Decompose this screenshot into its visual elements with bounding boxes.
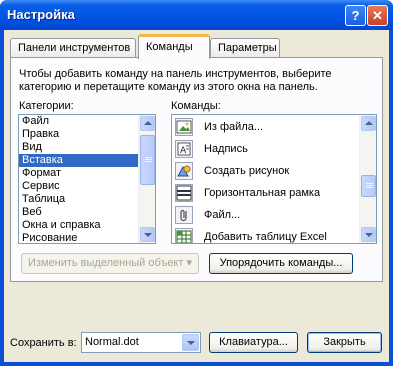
close-window-button[interactable]: ✕ bbox=[367, 5, 388, 26]
modify-selection-button[interactable]: Изменить выделенный объект ▾ bbox=[21, 253, 199, 274]
chevron-down-icon[interactable] bbox=[182, 334, 199, 351]
horizontal-frame-icon bbox=[175, 184, 193, 202]
command-item[interactable]: Из файла... bbox=[172, 116, 360, 138]
categories-label: Категории: bbox=[19, 100, 74, 112]
dialog-body: Панели инструментов Команды Параметры Чт… bbox=[4, 30, 389, 362]
category-item[interactable]: Таблица bbox=[19, 193, 155, 206]
category-item[interactable]: Файл bbox=[19, 115, 155, 128]
commands-label: Команды: bbox=[171, 100, 221, 112]
scroll-thumb[interactable] bbox=[140, 135, 155, 185]
scroll-down-button[interactable] bbox=[140, 227, 155, 242]
category-item[interactable]: Рисование bbox=[19, 232, 155, 243]
category-item[interactable]: Вид bbox=[19, 141, 155, 154]
excel-table-icon bbox=[175, 228, 193, 243]
instructions-text: Чтобы добавить команду на панель инструм… bbox=[19, 68, 332, 93]
command-label: Добавить таблицу Excel bbox=[204, 231, 327, 243]
command-label: Файл... bbox=[204, 209, 241, 221]
command-label: Из файла... bbox=[204, 121, 264, 133]
commands-scrollbar[interactable] bbox=[359, 115, 376, 243]
text-box-icon: A bbox=[175, 140, 193, 158]
tab-toolbars[interactable]: Панели инструментов bbox=[10, 38, 136, 58]
category-item[interactable]: Окна и справка bbox=[19, 219, 155, 232]
command-item[interactable]: Добавить таблицу Excel bbox=[172, 226, 360, 243]
command-label: Надпись bbox=[204, 143, 248, 155]
category-item[interactable]: Правка bbox=[19, 128, 155, 141]
scroll-up-button[interactable] bbox=[140, 116, 155, 131]
help-button[interactable]: ? bbox=[345, 5, 366, 26]
close-button[interactable]: Закрыть bbox=[307, 332, 382, 353]
tab-commands[interactable]: Команды bbox=[138, 34, 210, 59]
categories-scrollbar[interactable] bbox=[138, 115, 155, 243]
save-in-label: Сохранить в: bbox=[10, 337, 77, 349]
tab-options[interactable]: Параметры bbox=[210, 38, 280, 58]
window-title: Настройка bbox=[7, 7, 75, 22]
customize-dialog: Настройка ? ✕ Панели инструментов Команд… bbox=[0, 0, 393, 366]
keyboard-button[interactable]: Клавиатура... bbox=[209, 332, 298, 353]
rearrange-commands-button[interactable]: Упорядочить команды... bbox=[209, 253, 353, 274]
title-bar[interactable]: Настройка ? ✕ bbox=[0, 0, 393, 30]
commands-panel: Чтобы добавить команду на панель инструм… bbox=[10, 57, 383, 282]
category-item[interactable]: Веб bbox=[19, 206, 155, 219]
scroll-thumb[interactable] bbox=[361, 175, 376, 197]
paperclip-icon bbox=[175, 206, 193, 224]
category-item[interactable]: Сервис bbox=[19, 180, 155, 193]
picture-from-file-icon bbox=[175, 118, 193, 136]
save-in-value: Normal.dot bbox=[85, 336, 139, 348]
categories-list[interactable]: Файл Правка Вид Вставка Формат Сервис Таблица В… bbox=[18, 114, 156, 244]
commands-list[interactable]: Из файла... A Надпись Создать рисунок Горизо… bbox=[171, 114, 377, 244]
command-item[interactable]: A Надпись bbox=[172, 138, 360, 160]
create-drawing-icon bbox=[175, 162, 193, 180]
command-item[interactable]: Горизонтальная рамка bbox=[172, 182, 360, 204]
command-label: Горизонтальная рамка bbox=[204, 187, 321, 199]
svg-text:A: A bbox=[180, 146, 187, 156]
category-item[interactable]: Формат bbox=[19, 167, 155, 180]
category-item[interactable]: Вставка bbox=[19, 154, 155, 167]
scroll-down-button[interactable] bbox=[361, 227, 376, 242]
command-item[interactable]: Файл... bbox=[172, 204, 360, 226]
scroll-up-button[interactable] bbox=[361, 116, 376, 131]
command-item[interactable]: Создать рисунок bbox=[172, 160, 360, 182]
save-in-dropdown[interactable]: Normal.dot bbox=[81, 332, 201, 353]
command-label: Создать рисунок bbox=[204, 165, 290, 177]
